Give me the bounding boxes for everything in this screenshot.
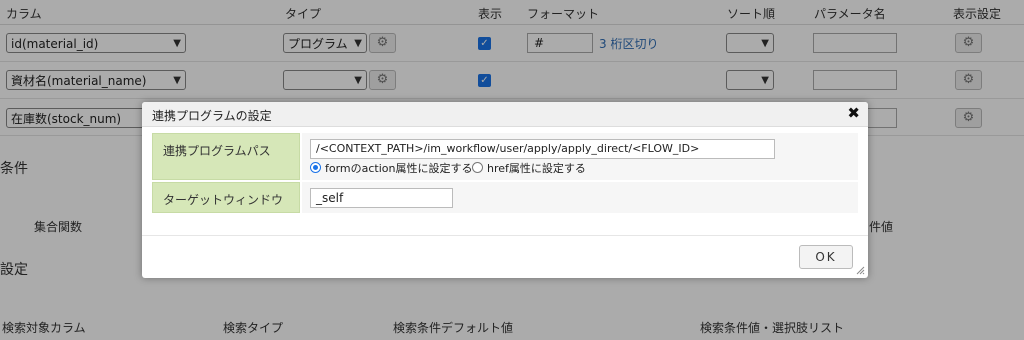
- target-window-input[interactable]: _self: [310, 188, 453, 208]
- target-window-cell: _self: [302, 182, 858, 213]
- dialog-titlebar: 連携プログラムの設定 ✖: [142, 102, 868, 127]
- dialog-form: 連携プログラムパス /<CONTEXT_PATH>/im_workflow/us…: [152, 133, 858, 213]
- ok-button[interactable]: OK: [799, 245, 853, 269]
- radio-form-action[interactable]: [310, 162, 321, 173]
- radio-form-action-label[interactable]: formのaction属性に設定する: [325, 160, 473, 176]
- dialog-divider: [142, 235, 868, 236]
- program-path-label: 連携プログラムパス: [152, 133, 300, 180]
- target-window-label: ターゲットウィンドウ: [152, 182, 300, 213]
- program-path-input[interactable]: /<CONTEXT_PATH>/im_workflow/user/apply/a…: [310, 139, 775, 159]
- close-icon[interactable]: ✖: [847, 104, 860, 122]
- dialog-title: 連携プログラムの設定: [152, 109, 272, 123]
- radio-href-label[interactable]: href属性に設定する: [487, 160, 586, 176]
- resize-grip-icon[interactable]: [855, 265, 865, 275]
- radio-href[interactable]: [472, 162, 483, 173]
- program-path-cell: /<CONTEXT_PATH>/im_workflow/user/apply/a…: [302, 133, 858, 180]
- program-settings-dialog: 連携プログラムの設定 ✖ 連携プログラムパス /<CONTEXT_PATH>/i…: [142, 102, 868, 278]
